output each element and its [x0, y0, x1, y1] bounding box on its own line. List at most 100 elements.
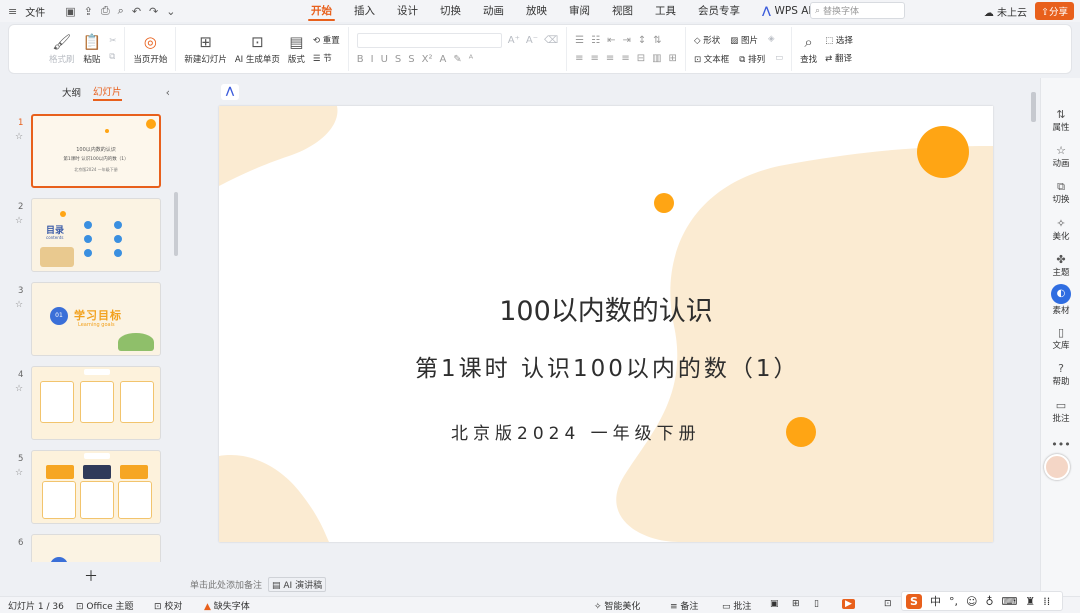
theme-status[interactable]: ⊡ Office 主题	[76, 599, 134, 612]
star-icon[interactable]: ☆	[15, 216, 23, 226]
copy-icon[interactable]: ⧉	[109, 52, 116, 62]
add-slide-button[interactable]: ＋	[84, 566, 98, 586]
indent-increase-icon[interactable]: ⇥	[622, 35, 630, 46]
star-icon[interactable]: ☆	[15, 300, 23, 310]
tab-outline[interactable]: 大纲	[62, 85, 81, 99]
undo-icon[interactable]: ↶	[132, 5, 141, 18]
play-slideshow-icon[interactable]: ▶	[842, 599, 855, 609]
tab-review[interactable]: 审阅	[558, 0, 601, 22]
cloud-status[interactable]: ☁ 未上云	[984, 4, 1027, 19]
sidebar-help[interactable]: ? 帮助	[1041, 362, 1080, 387]
slide-title[interactable]: 100以内数的认识	[219, 289, 993, 328]
keyboard-icon[interactable]: ⌨	[1002, 595, 1018, 608]
missing-font-status[interactable]: ▲ 缺失字体	[204, 599, 250, 612]
indent-decrease-icon[interactable]: ⇤	[607, 35, 615, 46]
sidebar-comments[interactable]: ▭ 批注	[1041, 399, 1080, 424]
tab-member[interactable]: 会员专享	[687, 0, 751, 22]
tab-slideshow[interactable]: 放映	[515, 0, 558, 22]
font-grow-icon[interactable]: A⁺	[508, 35, 520, 46]
bold-icon[interactable]: B	[357, 54, 364, 65]
normal-view-icon[interactable]: ▣	[770, 599, 779, 609]
font-name-select[interactable]	[356, 33, 502, 48]
redo-icon[interactable]: ↷	[149, 5, 158, 18]
slide-thumbnail-2[interactable]: 2 ☆ 目录 contents	[0, 198, 182, 274]
align-left-icon[interactable]: ≡	[575, 53, 583, 64]
notes-placeholder[interactable]: 单击此处添加备注	[190, 578, 262, 591]
section-button[interactable]: ☰ 节	[313, 52, 340, 64]
ai-generate-button[interactable]: ⊡ AI 生成单页	[235, 34, 280, 65]
share-button[interactable]: ⇪分享	[1035, 2, 1074, 20]
star-icon[interactable]: ☆	[15, 132, 23, 142]
current-slide[interactable]: 100以内数的认识 第1课时 认识100以内的数（1） 北京版2024 一年级下…	[219, 106, 993, 542]
ime-language[interactable]: 中	[930, 593, 941, 609]
clear-format-icon[interactable]: ⌫	[544, 35, 558, 46]
italic-icon[interactable]: I	[371, 54, 374, 65]
slide-thumbnail-4[interactable]: 4 ☆	[0, 366, 182, 442]
export-icon[interactable]: ⇪	[84, 5, 93, 18]
more-icon[interactable]: ⌄	[166, 5, 175, 18]
tab-slides[interactable]: 幻灯片	[93, 84, 122, 101]
superscript-icon[interactable]: X²	[422, 54, 433, 65]
notes-toggle[interactable]: ≡ 备注	[670, 599, 698, 612]
arrange-button[interactable]: ⧉ 排列	[739, 53, 765, 65]
tab-design[interactable]: 设计	[386, 0, 429, 22]
layout-button[interactable]: ▤ 版式	[288, 34, 305, 65]
slide-thumbnail-1[interactable]: 1 ☆ 100以内数的认识 第1课时 认识100以内的数（1） 北京版2024 …	[0, 114, 182, 190]
line-spacing-icon[interactable]: ↕	[638, 35, 646, 46]
tab-view[interactable]: 视图	[601, 0, 644, 22]
picture-button[interactable]: ▨ 图片	[730, 34, 758, 46]
panel-scrollbar[interactable]	[174, 192, 178, 256]
proof-status[interactable]: ⊡ 校对	[154, 599, 182, 612]
align-right-icon[interactable]: ≡	[606, 53, 614, 64]
text-direction-icon[interactable]: ⇅	[653, 35, 661, 46]
text-color-icon[interactable]: A	[439, 54, 446, 65]
play-from-current-button[interactable]: ◎ 当页开始	[133, 34, 167, 65]
numbered-list-icon[interactable]: ☷	[591, 35, 600, 46]
sidebar-library[interactable]: ▯ 文库	[1041, 326, 1080, 351]
font-shrink-icon[interactable]: A⁻	[526, 35, 538, 46]
translate-button[interactable]: ⇄ 翻译	[825, 52, 853, 64]
print-preview-icon[interactable]: ⌕	[118, 4, 124, 18]
collapse-panel-icon[interactable]: ‹	[166, 86, 170, 99]
strikethrough-icon[interactable]: S	[395, 54, 401, 65]
new-slide-button[interactable]: ⊞ 新建幻灯片	[184, 34, 227, 65]
save-icon[interactable]: ▣	[65, 5, 75, 18]
paste-button[interactable]: 📋 粘贴	[83, 34, 102, 65]
sidebar-transition[interactable]: ⧉ 切换	[1041, 180, 1080, 205]
sidebar-materials[interactable]: ◐ 素材	[1041, 284, 1080, 316]
file-menu[interactable]: 文件	[25, 4, 45, 19]
shirt-icon[interactable]: ♜	[1025, 595, 1035, 608]
sidebar-properties[interactable]: ⇅ 属性	[1041, 108, 1080, 133]
menu-icon[interactable]: ≡	[8, 5, 17, 18]
columns-icon[interactable]: ▥	[652, 53, 661, 64]
tab-home[interactable]: 开始	[300, 0, 343, 22]
textbox-button[interactable]: ⊡ 文本框	[694, 53, 729, 65]
punctuation-icon[interactable]: °,	[949, 595, 958, 608]
microphone-icon[interactable]: ♁	[985, 595, 993, 608]
shape-button[interactable]: ◇ 形状	[694, 34, 720, 46]
ai-assistant-icon[interactable]: ⋀	[221, 84, 239, 100]
select-button[interactable]: ⬚ 选择	[825, 34, 853, 46]
canvas-scrollbar[interactable]	[1031, 92, 1036, 122]
shadow-icon[interactable]: S	[408, 54, 414, 65]
reset-button[interactable]: ⟲ 重置	[313, 34, 340, 46]
tab-insert[interactable]: 插入	[343, 0, 386, 22]
slide-thumbnail-6[interactable]: 6	[0, 534, 182, 562]
sorter-view-icon[interactable]: ⊞	[792, 599, 800, 609]
sidebar-theme[interactable]: ✤ 主题	[1041, 253, 1080, 278]
avatar[interactable]	[1044, 454, 1070, 480]
tab-animation[interactable]: 动画	[472, 0, 515, 22]
fill-icon[interactable]: ◈	[768, 34, 775, 46]
reading-view-icon[interactable]: ▯	[814, 599, 819, 609]
vertical-align-icon[interactable]: ⊞	[669, 53, 677, 64]
sogou-icon[interactable]: S	[906, 593, 922, 609]
emoji-icon[interactable]: ☺	[966, 595, 977, 608]
sidebar-settings[interactable]: •••设置	[1041, 438, 1080, 450]
cut-icon[interactable]: ✂	[109, 36, 116, 46]
slide-thumbnail-3[interactable]: 3 ☆ 01 学习目标 Learning goals	[0, 282, 182, 358]
find-button[interactable]: ⌕ 查找	[800, 34, 817, 65]
sidebar-animation[interactable]: ☆ 动画	[1041, 144, 1080, 169]
slide-thumbnail-5[interactable]: 5 ☆	[0, 450, 182, 526]
fit-window-icon[interactable]: ⊡	[884, 599, 892, 609]
highlight-icon[interactable]: ✎	[453, 54, 461, 65]
